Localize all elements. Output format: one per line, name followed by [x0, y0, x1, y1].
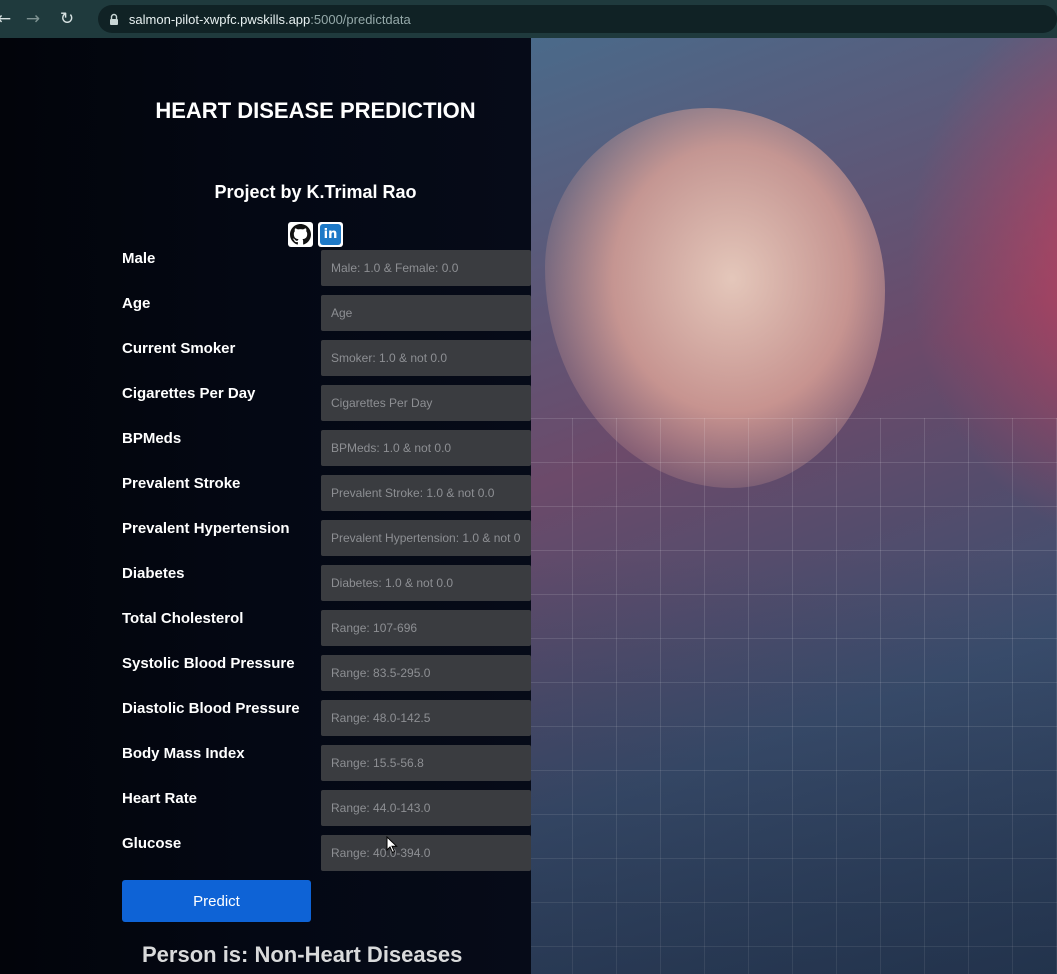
field-input[interactable]	[321, 745, 531, 781]
field-input[interactable]	[321, 520, 531, 556]
field-label: Diastolic Blood Pressure	[122, 700, 300, 717]
mouse-cursor-icon	[386, 836, 398, 854]
project-credit: Project by K.Trimal Rao	[214, 182, 417, 202]
form-row: Diabetes	[122, 565, 531, 601]
linkedin-icon: in	[320, 224, 341, 245]
field-label: Prevalent Stroke	[122, 475, 241, 492]
field-label: BPMeds	[122, 430, 182, 447]
field-label: Cigarettes Per Day	[122, 385, 256, 402]
prediction-result: Person is: Non-Heart Diseases	[142, 942, 463, 967]
form-row: Diastolic Blood Pressure	[122, 700, 531, 736]
field-label: Glucose	[122, 835, 182, 852]
form-row: Current Smoker	[122, 340, 531, 376]
field-label: Systolic Blood Pressure	[122, 655, 295, 672]
field-label: Age	[122, 295, 151, 312]
page: HEART DISEASE PREDICTION Project by K.Tr…	[0, 38, 1057, 974]
url-path: :5000/predictdata	[310, 11, 411, 27]
form-row: Prevalent Hypertension	[122, 520, 531, 556]
form-row: Systolic Blood Pressure	[122, 655, 531, 691]
field-input[interactable]	[321, 790, 531, 826]
address-bar[interactable]: salmon-pilot-xwpfc.pwskills.app:5000/pre…	[97, 5, 1057, 33]
predict-button[interactable]: Predict	[122, 880, 311, 922]
reload-icon[interactable]: ↻	[52, 4, 82, 34]
github-icon	[290, 224, 311, 245]
form-row: Male	[122, 250, 531, 286]
field-input[interactable]	[321, 295, 531, 331]
github-link[interactable]	[288, 222, 313, 247]
lock-icon[interactable]	[108, 12, 120, 26]
field-input[interactable]	[321, 340, 531, 376]
field-input[interactable]	[321, 430, 531, 466]
field-label: Current Smoker	[122, 340, 236, 357]
field-label: Body Mass Index	[122, 745, 245, 762]
field-label: Prevalent Hypertension	[122, 520, 290, 537]
hero-shade	[528, 38, 1057, 974]
field-label: Heart Rate	[122, 790, 198, 807]
form-row: Prevalent Stroke	[122, 475, 531, 511]
field-label: Total Cholesterol	[122, 610, 244, 627]
field-label: Diabetes	[122, 565, 185, 582]
form-row: Total Cholesterol	[122, 610, 531, 646]
url-host: salmon-pilot-xwpfc.pwskills.app	[128, 11, 311, 27]
form-panel: HEART DISEASE PREDICTION Project by K.Tr…	[0, 38, 531, 974]
form-row: Glucose	[122, 835, 531, 871]
forward-arrow-icon[interactable]: →	[18, 4, 48, 34]
form-row: Cigarettes Per Day	[122, 385, 531, 421]
browser-toolbar: ← → ↻ salmon-pilot-xwpfc.pwskills.app:50…	[0, 0, 1057, 38]
form-row: BPMeds	[122, 430, 531, 466]
social-links: in	[288, 222, 343, 247]
field-input[interactable]	[321, 475, 531, 511]
field-input[interactable]	[321, 700, 531, 736]
field-input[interactable]	[321, 565, 531, 601]
form-row: Body Mass Index	[122, 745, 531, 781]
back-arrow-icon[interactable]: ←	[0, 4, 12, 34]
field-input[interactable]	[321, 385, 531, 421]
form-row: Age	[122, 295, 531, 331]
form-row: Heart Rate	[122, 790, 531, 826]
field-input[interactable]	[321, 655, 531, 691]
field-input[interactable]	[321, 250, 531, 286]
field-input[interactable]	[321, 835, 531, 871]
field-label: Male	[122, 250, 156, 267]
field-input[interactable]	[321, 610, 531, 646]
page-title: HEART DISEASE PREDICTION	[155, 98, 476, 123]
url-text: salmon-pilot-xwpfc.pwskills.app:5000/pre…	[129, 12, 411, 27]
linkedin-link[interactable]: in	[318, 222, 343, 247]
